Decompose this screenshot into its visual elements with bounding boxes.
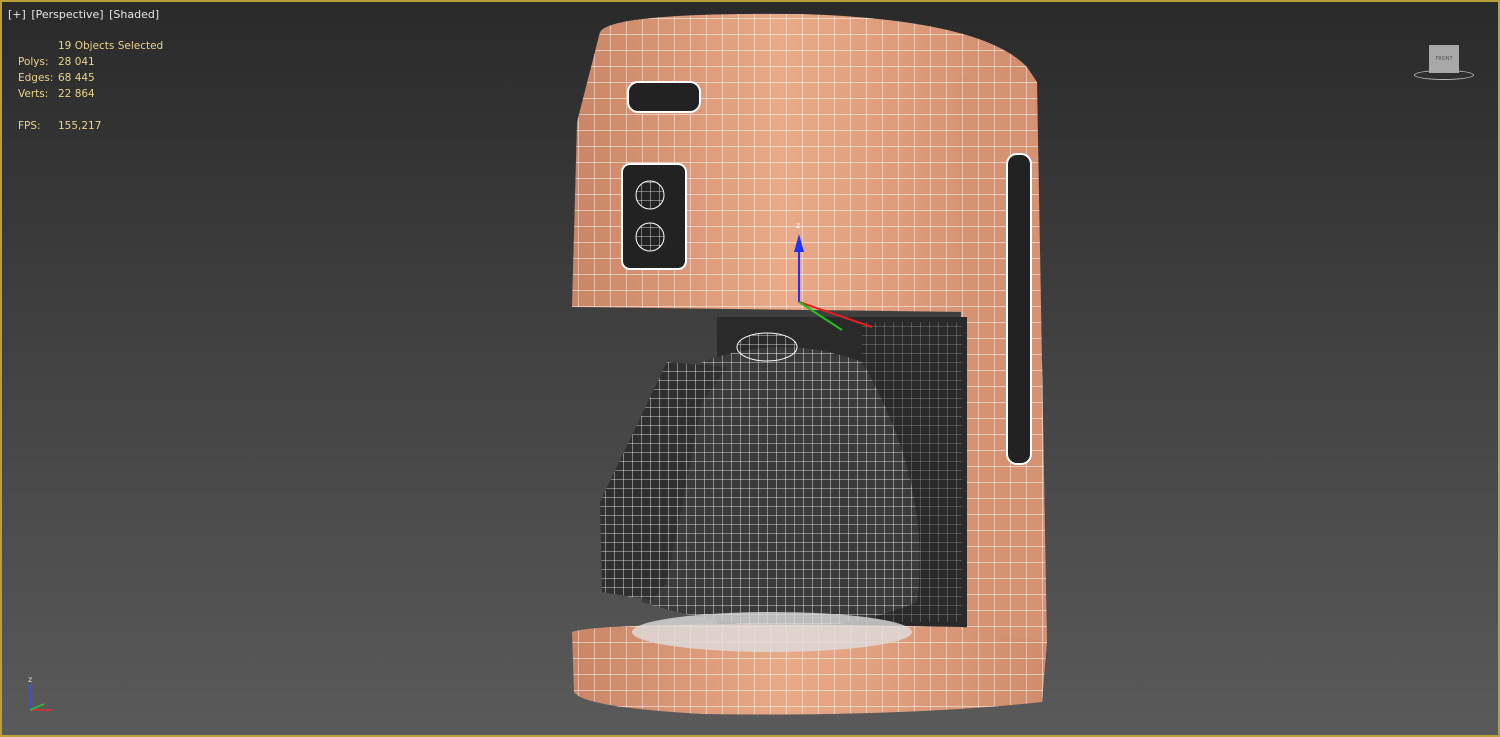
button-aroma: [635, 222, 665, 252]
viewcube-front-face[interactable]: FRONT: [1429, 45, 1459, 73]
button-power: [635, 180, 665, 210]
world-axis-tripod-icon: z: [28, 675, 52, 711]
svg-text:z: z: [796, 221, 800, 230]
side-tower: [957, 77, 1047, 682]
perspective-viewport[interactable]: [+] [Perspective] [Shaded] 19 Objects Se…: [0, 0, 1500, 737]
control-panel: [621, 163, 687, 270]
svg-text:z: z: [28, 675, 32, 684]
viewcube[interactable]: FRONT: [1412, 42, 1474, 82]
logo-plate: [627, 81, 701, 113]
coffee-maker-model[interactable]: z: [2, 2, 1498, 735]
